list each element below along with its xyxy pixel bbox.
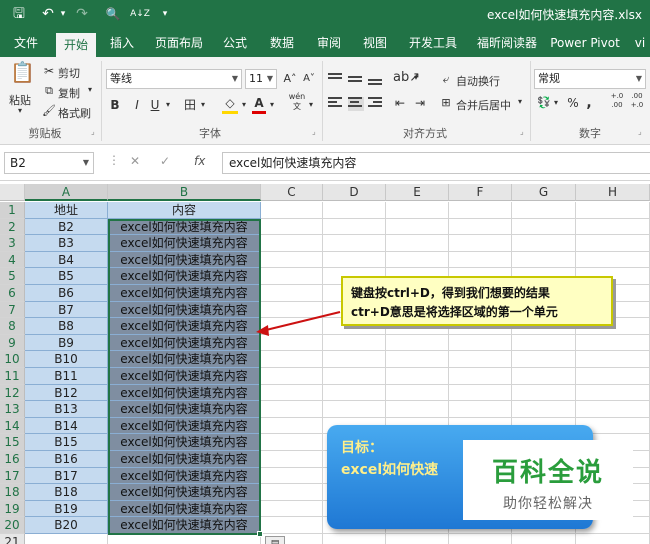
instruction-callout: 键盘按ctrl+D，得到我们想要的结果 ctr+D意思是将选择区域的第一个单元 <box>341 276 613 326</box>
arrow-line <box>265 311 341 331</box>
callout-line-1: 键盘按ctrl+D，得到我们想要的结果 <box>351 286 550 300</box>
watermark-tagline: 助你轻松解决 <box>503 496 593 512</box>
watermark-logo: 百科全说 助你轻松解决 <box>463 440 633 520</box>
arrow-head <box>256 325 269 336</box>
watermark-brand: 百科全说 <box>491 458 604 488</box>
callout-line-2: ctr+D意思是将选择区域的第一个单元 <box>351 305 558 319</box>
